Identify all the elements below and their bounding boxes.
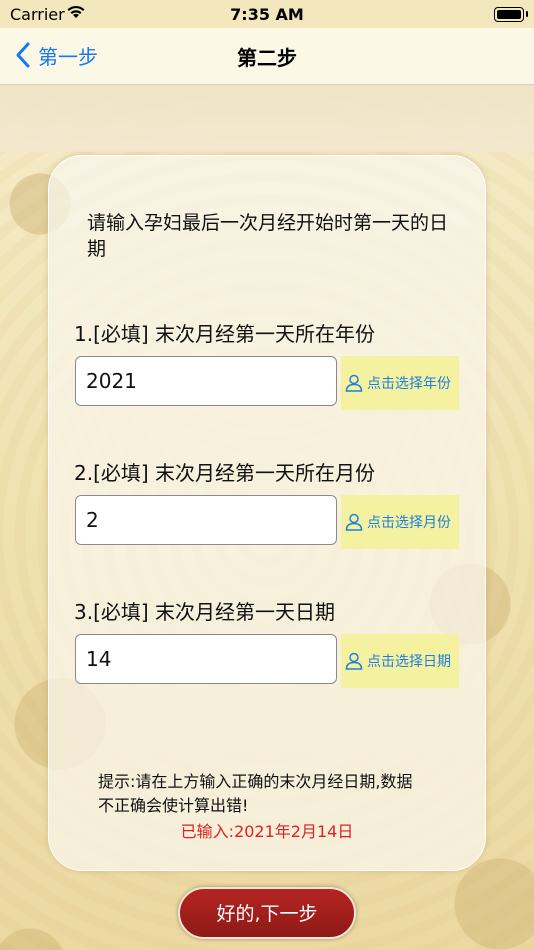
- select-day-button[interactable]: 点击选择日期: [341, 634, 459, 688]
- battery-icon: [494, 7, 528, 22]
- day-input[interactable]: 14: [75, 634, 337, 684]
- select-month-label: 点击选择月份: [367, 515, 451, 531]
- month-field-label: 2.[必填] 末次月经第一天所在月份: [74, 461, 376, 485]
- select-year-label: 点击选择年份: [367, 376, 451, 392]
- year-input[interactable]: 2021: [75, 356, 337, 406]
- next-step-button[interactable]: 好的,下一步: [178, 887, 356, 939]
- day-field-label: 3.[必填] 末次月经第一天日期: [74, 600, 336, 624]
- select-month-button[interactable]: 点击选择月份: [341, 495, 459, 549]
- page-title: 第二步: [237, 46, 297, 70]
- year-field-label: 1.[必填] 末次月经第一天所在年份: [74, 322, 376, 346]
- background-top-band: [0, 84, 534, 152]
- select-year-button[interactable]: 点击选择年份: [341, 356, 459, 410]
- navigation-bar: 第一步 第二步: [0, 28, 534, 85]
- status-bar: Carrier 7:35 AM: [0, 0, 534, 28]
- intro-text: 请输入孕妇最后一次月经开始时第一天的日期: [87, 212, 449, 260]
- person-icon: [345, 374, 363, 392]
- entered-date-text: 已输入:2021年2月14日: [180, 822, 354, 841]
- month-input[interactable]: 2: [75, 495, 337, 545]
- person-icon: [345, 513, 363, 531]
- status-time: 7:35 AM: [230, 5, 304, 24]
- select-day-label: 点击选择日期: [367, 654, 451, 670]
- person-icon: [345, 652, 363, 670]
- hint-text: 提示:请在上方输入正确的末次月经日期,数据不正确会使计算出错!: [98, 772, 413, 815]
